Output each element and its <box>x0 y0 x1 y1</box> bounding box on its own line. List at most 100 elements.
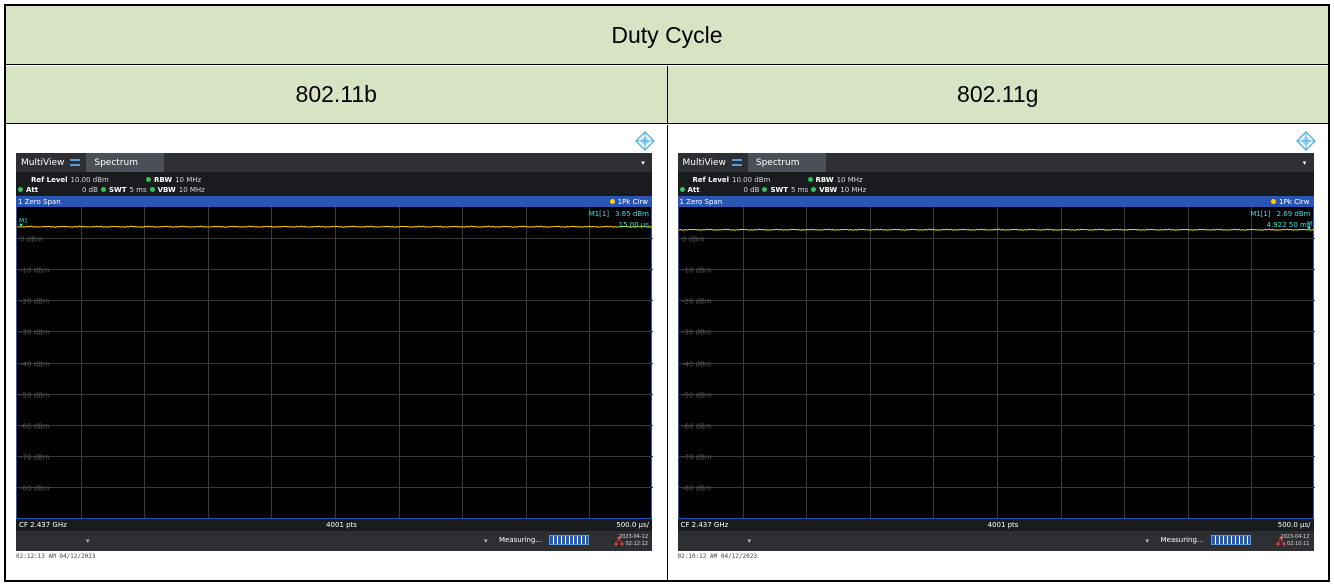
tab-multiview-label: MultiView <box>682 157 726 168</box>
zero-span-plot[interactable]: 0 dBm -10 dBm -20 dBm -30 dBm -40 dBm -50 dBm… <box>16 207 653 519</box>
y-tick-label: -10 dBm <box>682 267 712 275</box>
swt-status-dot <box>100 187 106 192</box>
ref-level-label: Ref Level <box>692 175 730 184</box>
trace-color-dot <box>609 199 615 204</box>
panel-cell: MultiView Spectrum ▾ Ref Level 10.00 dBm … <box>6 125 667 580</box>
tab-multiview[interactable]: MultiView <box>16 158 86 168</box>
marker-readout: M1[1] 2.69 dBm 4.922 50 ms <box>1250 209 1310 231</box>
swt-label: SWT <box>108 185 127 194</box>
time-per-division: 500.0 µs/ <box>616 521 649 529</box>
sweep-footer: CF 2.437 GHz 4001 pts 500.0 µs/ <box>677 519 1314 531</box>
measuring-dropdown-icon[interactable]: ▾ <box>1146 537 1150 545</box>
status-dropdown-icon[interactable]: ▾ <box>748 537 752 545</box>
y-tick-label: -30 dBm <box>682 329 712 337</box>
rbw-label: RBW <box>154 175 173 184</box>
measuring-dropdown-icon[interactable]: ▾ <box>484 537 488 545</box>
att-value: 0 dB <box>743 185 760 194</box>
tab-multiview[interactable]: MultiView <box>678 158 748 168</box>
capture-timestamp: 02:12:13 AM 04/12/2023 <box>16 553 96 560</box>
status-datetime: 2023-04-12 02:12:12 <box>619 534 648 548</box>
marker-flag: M1 <box>19 218 28 225</box>
y-tick-label: -60 dBm <box>20 423 50 431</box>
table-title: Duty Cycle <box>6 6 1328 65</box>
measurement-progress-bar <box>549 535 589 545</box>
center-frequency: CF 2.437 GHz <box>19 521 67 529</box>
y-tick-label: -20 dBm <box>20 298 50 306</box>
tab-dropdown-icon[interactable]: ▾ <box>634 153 652 172</box>
spectrum-analyzer-screen: MultiView Spectrum ▾ Ref Level 10.00 dBm … <box>16 153 653 551</box>
marker-time: 15.00 µs <box>618 221 649 229</box>
y-tick-label: 0 dBm <box>20 236 43 244</box>
multiview-grid-icon <box>70 159 81 166</box>
plot-graph: 0 dBm -10 dBm -20 dBm -30 dBm -40 dBm -50 dBm… <box>678 207 1315 518</box>
y-tick-label: -40 dBm <box>20 361 50 369</box>
spectrum-analyzer-screen: MultiView Spectrum ▾ Ref Level 10.00 dBm … <box>677 153 1315 551</box>
status-time: 02:12:12 <box>625 541 648 547</box>
marker-level: 3.65 dBm <box>615 210 649 218</box>
swt-status-dot <box>762 187 768 192</box>
status-datetime: 2023-04-12 02:10:11 <box>1280 534 1309 548</box>
marker-time: 4.922 50 ms <box>1266 221 1311 229</box>
swt-value: 5 ms <box>129 185 147 194</box>
att-status-dot <box>679 187 685 192</box>
att-value: 0 dB <box>82 185 98 194</box>
column-header-80211b: 802.11b <box>295 81 377 107</box>
att-label: Att <box>26 185 39 194</box>
trace-color-dot <box>1271 199 1277 204</box>
analyzer-tab-bar: MultiView Spectrum ▾ <box>677 153 1314 172</box>
rbw-value: 10 MHz <box>175 175 202 184</box>
y-tick-label: -70 dBm <box>20 454 50 462</box>
att-status-dot <box>18 187 23 192</box>
rbw-label: RBW <box>815 175 834 184</box>
rbw-status-dot <box>146 177 151 182</box>
y-tick-label: -40 dBm <box>682 361 712 369</box>
status-date: 2023-04-12 <box>1280 534 1310 540</box>
rs-logo-icon <box>634 131 655 151</box>
y-tick-label: -80 dBm <box>682 485 712 493</box>
y-tick-label: 0 dBm <box>682 236 705 244</box>
y-tick-label: -50 dBm <box>682 392 712 400</box>
measurement-settings-bar[interactable]: Ref Level 10.00 dBm RBW 10 MHz Att 0 dB SWT… <box>677 172 1314 196</box>
vbw-label: VBW <box>819 185 838 194</box>
swt-value: 5 ms <box>790 185 809 194</box>
trace-indicator: 1Pk Clrw <box>609 197 648 206</box>
y-tick-label: -20 dBm <box>682 298 712 306</box>
trace-window-header[interactable]: 1 Zero Span 1Pk Clrw <box>677 196 1314 207</box>
y-tick-label: -10 dBm <box>20 267 50 275</box>
rbw-status-dot <box>807 177 813 182</box>
analyzer-tab-bar: MultiView Spectrum ▾ <box>16 153 652 172</box>
marker-triangle <box>19 223 23 227</box>
center-frequency: CF 2.437 GHz <box>680 521 729 529</box>
trace-indicator: 1Pk Clrw <box>1271 198 1310 206</box>
att-label: Att <box>687 185 700 194</box>
vbw-value: 10 MHz <box>840 185 867 194</box>
tab-spectrum[interactable]: Spectrum <box>747 153 826 172</box>
marker-name: M1[1] <box>1250 210 1271 218</box>
standards-header-row: 802.11b 802.11g <box>6 66 1328 124</box>
sweep-footer: CF 2.437 GHz 4001 pts 500.0 µs/ <box>16 519 652 531</box>
instrument-status-bar: ▾ ▾ Measuring... 2023-04-12 02:12:12 <box>16 531 652 551</box>
trace-window-header[interactable]: 1 Zero Span 1Pk Clrw <box>16 196 652 207</box>
ref-level-label: Ref Level <box>31 175 68 184</box>
tab-spectrum[interactable]: Spectrum <box>86 153 165 172</box>
sweep-points: 4001 pts <box>987 521 1019 529</box>
ref-level-value: 10.00 dBm <box>70 175 109 184</box>
vbw-label: VBW <box>157 185 176 194</box>
measuring-status: Measuring... <box>1160 536 1204 544</box>
tab-dropdown-icon[interactable]: ▾ <box>1295 153 1314 172</box>
trace-window-title: 1 Zero Span <box>18 197 61 206</box>
column-header-80211g: 802.11g <box>666 66 1329 123</box>
zero-span-plot[interactable]: 0 dBm -10 dBm -20 dBm -30 dBm -40 dBm -50 dBm… <box>677 207 1315 519</box>
plot-graph: 0 dBm -10 dBm -20 dBm -30 dBm -40 dBm -50 dBm… <box>17 207 653 518</box>
instrument-status-bar: ▾ ▾ Measuring... 2023-04-12 02:10:11 <box>677 531 1314 551</box>
status-date: 2023-04-12 <box>618 534 648 540</box>
trace-detector-label: 1Pk Clrw <box>617 197 648 206</box>
time-per-division: 500.0 µs/ <box>1277 521 1311 529</box>
y-tick-label: -30 dBm <box>20 329 50 337</box>
measurement-settings-bar[interactable]: Ref Level 10.00 dBm RBW 10 MHz Att 0 dB SWT… <box>16 172 652 196</box>
status-dropdown-icon[interactable]: ▾ <box>86 537 90 545</box>
trace-line <box>678 228 1315 231</box>
duty-cycle-table: Duty Cycle 802.11b 802.11g MultiView Spe… <box>4 4 1330 582</box>
y-tick-label: -70 dBm <box>682 454 712 462</box>
y-tick-label: -80 dBm <box>20 485 50 493</box>
